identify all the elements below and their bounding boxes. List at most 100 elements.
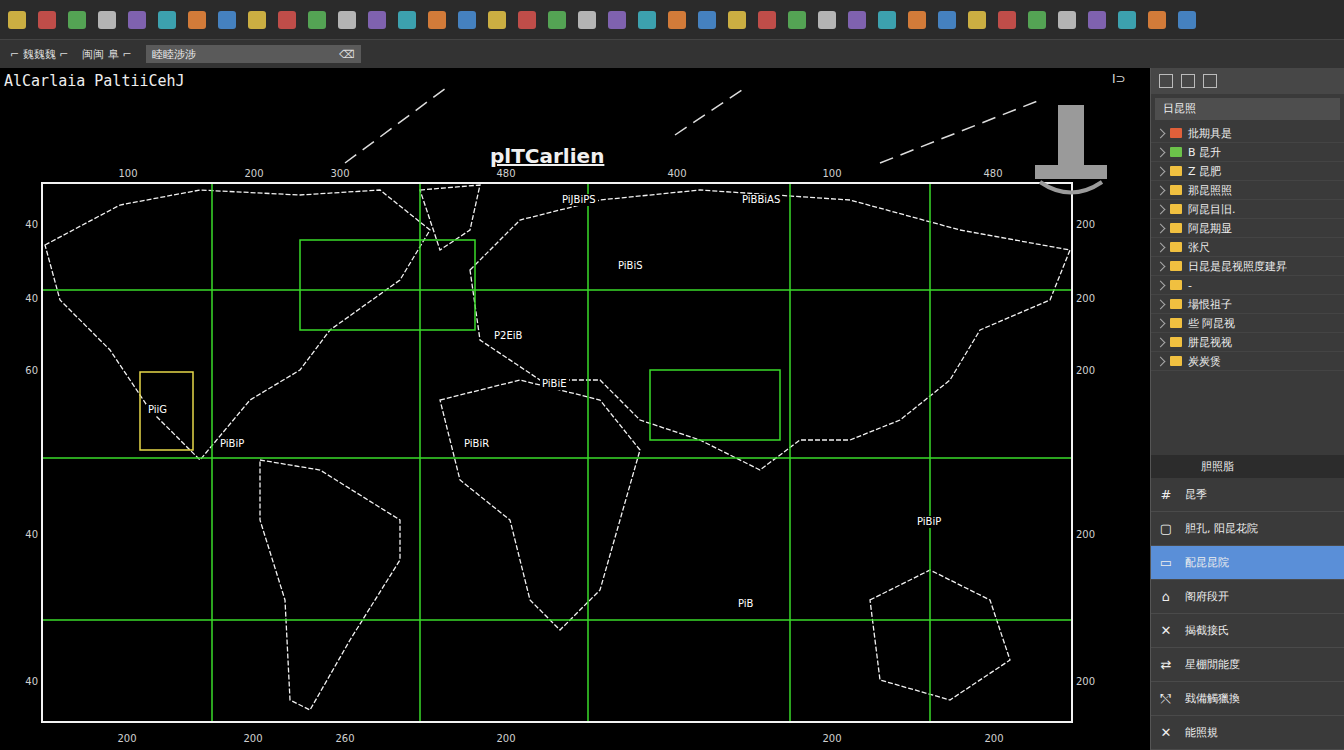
layer-row[interactable]: 阿昆目旧. [1151,200,1344,219]
tool-icon[interactable] [1118,11,1136,29]
continent-outline [470,190,1070,470]
property-row[interactable]: #昆季 [1151,478,1344,512]
tool-icon[interactable] [668,11,686,29]
tool-icon[interactable] [758,11,776,29]
expand-icon[interactable] [1156,261,1166,271]
property-row[interactable]: ⌂阁府段开 [1151,580,1344,614]
tool-icon[interactable] [248,11,266,29]
expand-icon[interactable] [1156,128,1166,138]
tool-icon[interactable] [908,11,926,29]
map-label: PiBiP [915,516,943,528]
tool-icon[interactable] [338,11,356,29]
tool-icon[interactable] [578,11,596,29]
clear-icon[interactable]: ⌫ [339,48,355,61]
property-row[interactable]: ⇄星棚閒能度 [1151,648,1344,682]
expand-icon[interactable] [1156,204,1166,214]
expand-icon[interactable] [1156,299,1166,309]
tool-icon[interactable] [398,11,416,29]
tool-icon[interactable] [98,11,116,29]
tool-icon[interactable] [998,11,1016,29]
tool-icon[interactable] [848,11,866,29]
tool-icon[interactable] [188,11,206,29]
tool-icon[interactable] [938,11,956,29]
tool-icon[interactable] [68,11,86,29]
property-icon: ✕ [1159,725,1173,740]
layer-row[interactable]: 那昆照照 [1151,181,1344,200]
property-row[interactable]: ✕揭截接氏 [1151,614,1344,648]
tool-icon[interactable] [878,11,896,29]
tool-icon[interactable] [1178,11,1196,29]
tool-icon[interactable] [1028,11,1046,29]
layer-tree: 批期具是B 昆升Z 昆肥那昆照照阿昆目旧.阿昆期显张尺日昆是昆视照度建昇-場恨祖… [1151,124,1344,371]
property-row[interactable]: ⤲戥備觸獵換 [1151,682,1344,716]
tool-icon[interactable] [518,11,536,29]
svg-text:480: 480 [983,168,1002,179]
tool-icon[interactable] [428,11,446,29]
expand-icon[interactable] [1156,147,1166,157]
tool-icon[interactable] [788,11,806,29]
tool-icon[interactable] [218,11,236,29]
tool-icon[interactable] [608,11,626,29]
tool-icon[interactable] [278,11,296,29]
tool-icon[interactable] [728,11,746,29]
svg-text:480: 480 [496,168,515,179]
expand-icon[interactable] [1156,337,1166,347]
layer-row[interactable]: 张尺 [1151,238,1344,257]
layer-row[interactable]: 些 阿昆视 [1151,314,1344,333]
tool-icon[interactable] [488,11,506,29]
layer-row[interactable]: 日昆是昆视照度建昇 [1151,257,1344,276]
tool-icon[interactable] [8,11,26,29]
panel-tool-icon[interactable] [1159,74,1173,88]
drawing-canvas[interactable]: 1002003004804001004802002002602002002004… [0,68,1150,750]
panel-tool-icon[interactable] [1181,74,1195,88]
expand-icon[interactable] [1156,185,1166,195]
tool-icon[interactable] [968,11,986,29]
expand-icon[interactable] [1156,318,1166,328]
layer-row[interactable]: B 昆升 [1151,143,1344,162]
tool-icon[interactable] [1058,11,1076,29]
tool-icon[interactable] [818,11,836,29]
layer-dropdown[interactable]: 日昆照 [1155,98,1340,120]
map-title: plTCarlien [490,144,604,168]
svg-text:200: 200 [117,733,136,744]
toolbar-label[interactable]: ⌐ 魏魏魏 ⌐ [10,47,68,62]
expand-icon[interactable] [1156,242,1166,252]
svg-text:200: 200 [1076,365,1095,376]
property-row[interactable]: ▢胆孔, 阳昆花院 [1151,512,1344,546]
svg-text:260: 260 [335,733,354,744]
panel-toolbar [1151,68,1344,94]
tool-icon[interactable] [458,11,476,29]
toolbar-label[interactable]: 闽闽 阜 ⌐ [82,47,131,62]
property-label: 能照規 [1185,725,1218,740]
main-toolbar [0,0,1344,40]
viewport-mark: I⊃ [1112,72,1126,86]
map-label: P2EiB [492,330,524,342]
layer-row[interactable]: Z 昆肥 [1151,162,1344,181]
tool-icon[interactable] [128,11,146,29]
folder-icon [1170,223,1182,233]
layer-row[interactable]: 阿昆期显 [1151,219,1344,238]
property-row[interactable]: ✕ 能照規 [1151,716,1344,750]
expand-icon[interactable] [1156,223,1166,233]
tool-icon[interactable] [1088,11,1106,29]
layer-row[interactable]: 場恨祖子 [1151,295,1344,314]
expand-icon[interactable] [1156,280,1166,290]
expand-icon[interactable] [1156,166,1166,176]
tool-icon[interactable] [1148,11,1166,29]
layer-row[interactable]: 炭炭煲 [1151,352,1344,371]
panel-tool-icon[interactable] [1203,74,1217,88]
layer-row[interactable]: - [1151,276,1344,295]
expand-icon[interactable] [1156,356,1166,366]
tool-icon[interactable] [548,11,566,29]
tool-icon[interactable] [308,11,326,29]
tool-icon[interactable] [698,11,716,29]
layer-row[interactable]: 批期具是 [1151,124,1344,143]
tool-icon[interactable] [638,11,656,29]
property-label: 胆孔, 阳昆花院 [1185,521,1258,536]
command-field[interactable]: 睦睦涉涉⌫ [146,45,361,63]
tool-icon[interactable] [158,11,176,29]
tool-icon[interactable] [38,11,56,29]
layer-row[interactable]: 肼昆视视 [1151,333,1344,352]
property-row[interactable]: ▭配昆昆院 [1151,546,1344,580]
tool-icon[interactable] [368,11,386,29]
